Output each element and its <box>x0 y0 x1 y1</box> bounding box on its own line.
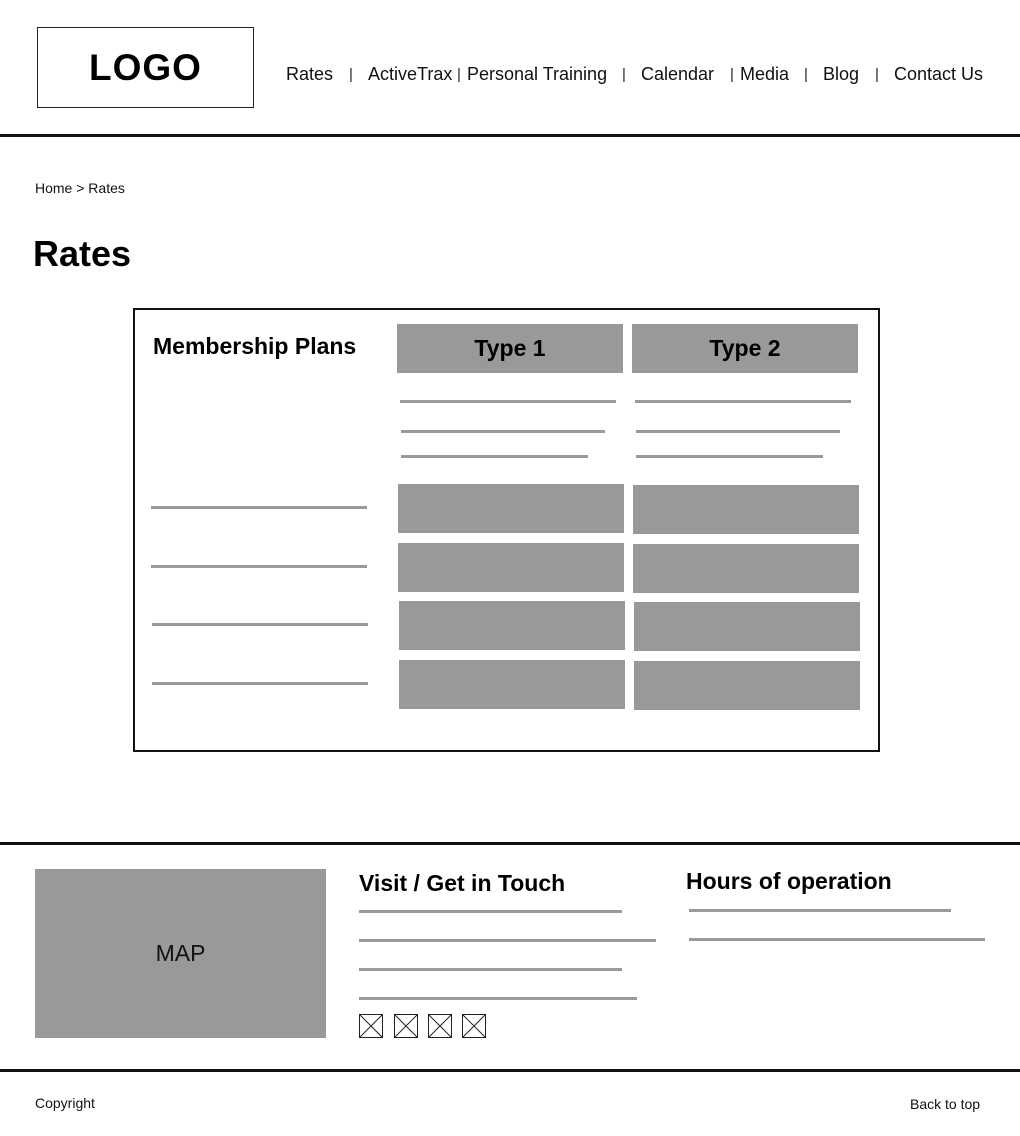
nav-separator: | <box>457 66 461 83</box>
nav-item-media[interactable]: Media <box>740 64 789 85</box>
type-2-price-cell <box>633 544 859 593</box>
map-placeholder[interactable]: MAP <box>35 869 326 1038</box>
nav-separator: | <box>875 66 879 83</box>
type-1-description-line <box>400 400 616 403</box>
type-2-description-line <box>635 400 851 403</box>
nav-item-blog[interactable]: Blog <box>823 64 859 85</box>
social-link-icon[interactable] <box>462 1014 486 1038</box>
type-2-price-cell <box>633 485 859 534</box>
type-2-price-cell <box>634 661 860 710</box>
nav-item-rates[interactable]: Rates <box>286 64 333 85</box>
nav-item-contact-us[interactable]: Contact Us <box>894 64 983 85</box>
back-to-top-link[interactable]: Back to top <box>910 1096 980 1112</box>
logo[interactable]: LOGO <box>37 27 254 108</box>
plan-row-label-line <box>151 565 367 568</box>
visit-get-in-touch-heading: Visit / Get in Touch <box>359 870 566 896</box>
copyright-text: Copyright <box>35 1095 95 1111</box>
footer-divider-top <box>0 842 1020 845</box>
type-2-column-header: Type 2 <box>632 324 858 373</box>
type-1-price-cell <box>399 601 625 650</box>
footer-divider-bottom <box>0 1069 1020 1072</box>
nav-separator: | <box>349 66 353 83</box>
contact-info-line <box>359 968 622 971</box>
header-divider <box>0 134 1020 137</box>
nav-separator: | <box>622 66 626 83</box>
social-link-icon[interactable] <box>428 1014 452 1038</box>
hours-info-line <box>689 938 985 941</box>
nav-item-personal-training[interactable]: Personal Training <box>467 64 607 85</box>
social-link-icon[interactable] <box>359 1014 383 1038</box>
nav-item-activetrax[interactable]: ActiveTrax <box>368 64 452 85</box>
map-label: MAP <box>155 940 206 966</box>
contact-info-line <box>359 939 656 942</box>
membership-plans-heading: Membership Plans <box>153 333 357 359</box>
breadcrumb[interactable]: Home > Rates <box>35 180 125 196</box>
type-1-description-line <box>401 455 588 458</box>
type-2-price-cell <box>634 602 860 651</box>
contact-info-line <box>359 910 622 913</box>
page-title: Rates <box>33 233 132 274</box>
hours-of-operation-heading: Hours of operation <box>686 868 892 894</box>
type-1-price-cell <box>399 660 625 709</box>
nav-separator: | <box>804 66 808 83</box>
type-1-description-line <box>401 430 605 433</box>
type-2-description-line <box>636 430 840 433</box>
plan-row-label-line <box>151 506 367 509</box>
nav-separator: | <box>730 66 734 83</box>
social-link-icon[interactable] <box>394 1014 418 1038</box>
type-1-price-cell <box>398 543 624 592</box>
plan-row-label-line <box>152 682 368 685</box>
type-1-column-header: Type 1 <box>397 324 623 373</box>
contact-info-line <box>359 997 637 1000</box>
type-2-description-line <box>636 455 823 458</box>
type-1-price-cell <box>398 484 624 533</box>
nav-item-calendar[interactable]: Calendar <box>641 64 714 85</box>
plan-row-label-line <box>152 623 368 626</box>
logo-text: LOGO <box>89 46 202 88</box>
hours-info-line <box>689 909 951 912</box>
